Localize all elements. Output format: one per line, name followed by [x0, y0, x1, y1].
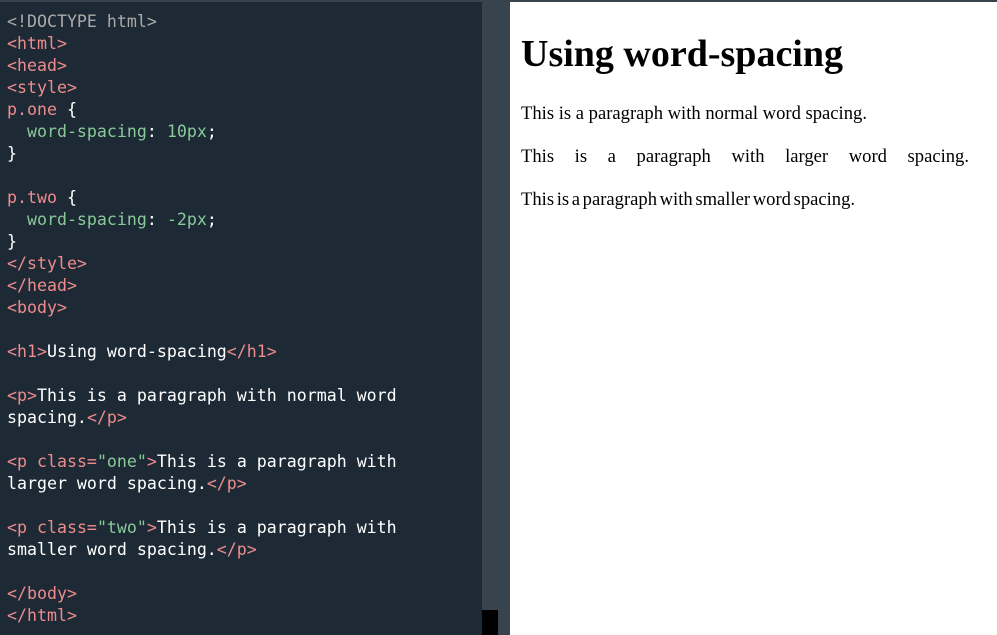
- code-line: }: [7, 143, 482, 165]
- code-token: This is a paragraph with normal word: [36, 386, 397, 405]
- code-line: word-spacing: -2px;: [7, 209, 482, 231]
- code-line: larger word spacing.</p>: [7, 473, 482, 495]
- code-token: spacing.: [7, 408, 87, 427]
- code-token: word-spacing: [7, 210, 147, 229]
- preview-content: Using word-spacing This is a paragraph w…: [510, 32, 997, 212]
- code-line: </head>: [7, 275, 482, 297]
- code-line: <p>This is a paragraph with normal word: [7, 385, 482, 407]
- code-token: </body>: [7, 584, 77, 603]
- code-token: >: [146, 518, 157, 537]
- preview-heading: Using word-spacing: [521, 33, 843, 75]
- code-token: class=: [36, 452, 97, 471]
- code-token: <html>: [7, 34, 67, 53]
- code-token: <head>: [7, 56, 67, 75]
- code-line: <body>: [7, 297, 482, 319]
- code-token: "one": [96, 452, 147, 471]
- editor-scrollbar[interactable]: [482, 2, 498, 635]
- code-token: {: [56, 100, 77, 119]
- code-token: <p: [7, 518, 37, 537]
- code-token: {: [56, 188, 77, 207]
- code-token: </head>: [7, 276, 77, 295]
- pane-splitter[interactable]: [498, 2, 510, 635]
- code-token: :: [146, 210, 167, 229]
- code-line: <p class="one">This is a paragraph with: [7, 451, 482, 473]
- code-token: This is a paragraph with: [156, 452, 397, 471]
- code-token: p.two: [7, 188, 57, 207]
- code-token: :: [146, 122, 167, 141]
- tryit-window: <!DOCTYPE html> <html> <head> <style> p.one …: [0, 0, 997, 635]
- code-line: word-spacing: 10px;: [7, 121, 482, 143]
- code-token: <p: [7, 452, 37, 471]
- code-line: </style>: [7, 253, 482, 275]
- code-text[interactable]: <!DOCTYPE html> <html> <head> <style> p.one …: [0, 2, 482, 627]
- code-line: <!DOCTYPE html>: [7, 11, 482, 33]
- code-token: "two": [96, 518, 147, 537]
- code-line: </html>: [7, 605, 482, 627]
- code-token: p.one: [7, 100, 57, 119]
- code-token: </h1>: [226, 342, 277, 361]
- code-line: spacing.</p>: [7, 407, 482, 429]
- code-token: smaller word spacing.: [7, 540, 217, 559]
- code-token: <style>: [7, 78, 77, 97]
- result-preview: Using word-spacing This is a paragraph w…: [510, 2, 997, 635]
- code-line: p.one {: [7, 99, 482, 121]
- code-line: <html>: [7, 33, 482, 55]
- code-token: word-spacing: [7, 122, 147, 141]
- code-token: class=: [36, 518, 97, 537]
- code-line: <head>: [7, 55, 482, 77]
- code-token: >: [146, 452, 157, 471]
- paragraph-larger-spacing: This is a paragraph with larger word spa…: [521, 146, 969, 167]
- code-token: </p>: [216, 540, 257, 559]
- code-token: </style>: [7, 254, 87, 273]
- code-token: </html>: [7, 606, 77, 625]
- code-line: }: [7, 231, 482, 253]
- code-line: <h1>Using word-spacing</h1>: [7, 341, 482, 363]
- code-line: <p class="two">This is a paragraph with: [7, 517, 482, 539]
- code-token: Using word-spacing: [46, 342, 227, 361]
- paragraph-smaller-spacing: This is a paragraph with smaller word sp…: [521, 189, 856, 210]
- code-token: <h1>: [7, 342, 47, 361]
- code-token: ;: [206, 210, 217, 229]
- editor-scrollbar-thumb[interactable]: [482, 610, 498, 635]
- code-editor[interactable]: <!DOCTYPE html> <html> <head> <style> p.one …: [0, 2, 482, 635]
- code-line: p.two {: [7, 187, 482, 209]
- code-token: 10px: [166, 122, 207, 141]
- code-line: <style>: [7, 77, 482, 99]
- code-token: <body>: [7, 298, 67, 317]
- code-token: </p>: [86, 408, 127, 427]
- code-token: </p>: [206, 474, 247, 493]
- code-token: <!DOCTYPE html>: [7, 12, 157, 31]
- code-token: larger word spacing.: [7, 474, 207, 493]
- code-token: }: [7, 144, 17, 163]
- code-line: </body>: [7, 583, 482, 605]
- code-token: -2px: [166, 210, 207, 229]
- code-token: <p>: [7, 386, 37, 405]
- code-token: }: [7, 232, 17, 251]
- paragraph-normal-spacing: This is a paragraph with normal word spa…: [521, 103, 867, 124]
- code-token: ;: [206, 122, 217, 141]
- code-token: This is a paragraph with: [156, 518, 397, 537]
- code-line: smaller word spacing.</p>: [7, 539, 482, 561]
